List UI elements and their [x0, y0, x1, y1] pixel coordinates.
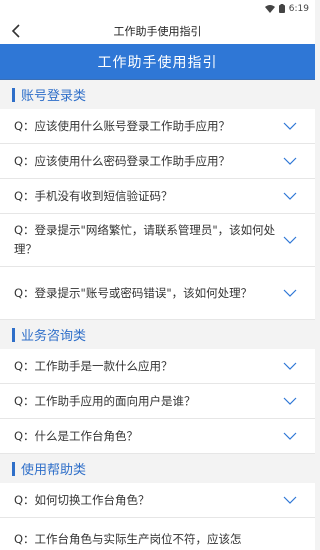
faq-question: Q：如何切换工作台角色？: [14, 492, 150, 507]
faq-question: Q：登录提示"网络繁忙，请联系管理员"，该如何处理？: [14, 223, 276, 256]
back-button[interactable]: [0, 17, 32, 44]
chevron-down-icon: [283, 157, 297, 165]
chevron-down-icon: [283, 122, 297, 130]
chevron-down-icon: [283, 192, 297, 200]
faq-item[interactable]: Q：登录提示"网络繁忙，请联系管理员"，该如何处理？: [0, 214, 315, 267]
faq-question: Q：工作助手应用的面向用户是谁？: [14, 393, 196, 408]
faq-item[interactable]: Q：应该使用什么密码登录工作助手应用？: [0, 144, 315, 179]
faq-question: Q：工作台角色与实际生产岗位不符，应该怎: [14, 532, 242, 546]
faq-item[interactable]: Q：什么是工作台角色？: [0, 419, 315, 454]
faq-item[interactable]: Q：如何切换工作台角色？: [0, 483, 315, 518]
wifi-icon: [264, 4, 275, 13]
section-marker: [12, 87, 15, 102]
chevron-down-icon: [283, 236, 297, 244]
faq-question: Q：工作助手是一款什么应用？: [14, 358, 173, 373]
faq-question: Q：应该使用什么密码登录工作助手应用？: [14, 153, 231, 168]
faq-item[interactable]: Q：应该使用什么账号登录工作助手应用？: [0, 109, 315, 144]
section-marker: [12, 327, 15, 342]
status-time: 6:19: [288, 3, 309, 14]
status-bar: 6:19: [0, 0, 315, 17]
faq-item[interactable]: Q：手机没有收到短信验证码？: [0, 179, 315, 214]
section-title: 使用帮助类: [21, 463, 87, 478]
faq-item[interactable]: Q：工作台角色与实际生产岗位不符，应该怎: [0, 518, 315, 550]
chevron-down-icon: [283, 397, 297, 405]
chevron-left-icon: [11, 23, 20, 38]
chevron-down-icon: [283, 432, 297, 440]
faq-question: Q：手机没有收到短信验证码？: [14, 188, 173, 203]
battery-icon: [278, 4, 285, 13]
faq-item[interactable]: Q：工作助手是一款什么应用？: [0, 349, 315, 384]
chevron-down-icon: [283, 289, 297, 297]
guide-banner: 工作助手使用指引: [0, 44, 315, 80]
chevron-down-icon: [283, 362, 297, 370]
faq-item[interactable]: Q：工作助手应用的面向用户是谁？: [0, 384, 315, 419]
chevron-down-icon: [283, 496, 297, 504]
section-header-business-consulting: 业务咨询类: [0, 320, 315, 349]
page-title: 工作助手使用指引: [113, 24, 202, 38]
section-header-account-login: 账号登录类: [0, 80, 315, 109]
section-marker: [12, 461, 15, 476]
faq-question: Q：什么是工作台角色？: [14, 428, 139, 443]
section-title: 账号登录类: [21, 89, 87, 104]
faq-question: Q：应该使用什么账号登录工作助手应用？: [14, 118, 231, 133]
title-bar: 工作助手使用指引: [0, 17, 315, 44]
faq-question: Q：登录提示"账号或密码错误"，该如何处理？: [14, 285, 253, 300]
faq-item[interactable]: Q：登录提示"账号或密码错误"，该如何处理？: [0, 267, 315, 320]
section-title: 业务咨询类: [21, 329, 87, 344]
section-header-usage-help: 使用帮助类: [0, 454, 315, 483]
